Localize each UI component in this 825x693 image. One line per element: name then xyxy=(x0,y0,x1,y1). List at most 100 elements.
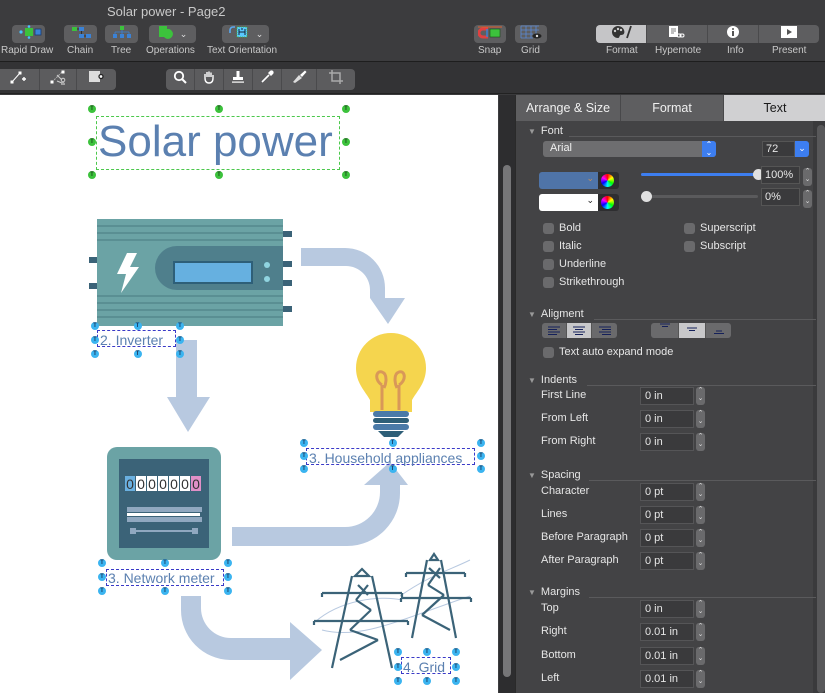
hypernote-panel-button[interactable] xyxy=(647,25,708,43)
indents-value-field[interactable]: 0 in xyxy=(640,433,694,451)
indents-stepper[interactable]: ⌃ ⌄ xyxy=(696,387,705,405)
text-opacity-stepper[interactable]: ⌃ ⌄ xyxy=(803,168,812,186)
margins-value-field[interactable]: 0.01 in xyxy=(640,623,694,642)
resize-handle[interactable]: T xyxy=(176,350,184,358)
resize-handle[interactable]: T xyxy=(88,138,96,146)
indents-value-field[interactable]: 0 in xyxy=(640,387,694,405)
resize-handle[interactable]: T xyxy=(161,587,169,595)
tab-text[interactable]: Text xyxy=(724,95,825,121)
household-label[interactable]: 3. Household appliances xyxy=(309,450,462,466)
indents-stepper[interactable]: ⌃ ⌄ xyxy=(696,433,705,451)
resize-handle[interactable]: T xyxy=(394,662,402,671)
margins-stepper[interactable]: ⌃ ⌄ xyxy=(696,646,705,665)
present-panel-button[interactable] xyxy=(759,25,819,43)
resize-handle[interactable]: T xyxy=(477,452,485,460)
crop-tool-button[interactable] xyxy=(317,69,355,90)
resize-handle[interactable]: T xyxy=(342,105,350,113)
subscript-checkbox[interactable] xyxy=(684,241,695,252)
resize-handle[interactable]: T xyxy=(161,559,169,567)
eyedropper-tool-button[interactable] xyxy=(253,69,282,90)
align-top-button[interactable] xyxy=(651,323,679,338)
panel-scrollbar-thumb[interactable] xyxy=(817,125,825,693)
resize-handle[interactable]: T xyxy=(98,587,106,595)
background-color-well[interactable]: ⌄ xyxy=(539,194,598,211)
inverter-label[interactable]: 2. Inverter xyxy=(100,332,163,348)
text-color-picker[interactable] xyxy=(598,172,619,189)
resize-handle[interactable]: T xyxy=(133,350,142,358)
resize-handle[interactable]: T xyxy=(423,677,431,685)
resize-handle[interactable]: T xyxy=(215,105,223,113)
resize-handle[interactable]: T xyxy=(98,573,106,581)
alignment-section-header[interactable]: ▼ Aligment xyxy=(528,308,584,320)
resize-handle[interactable]: T xyxy=(394,677,402,685)
rapid-draw-button[interactable] xyxy=(12,24,45,43)
resize-handle[interactable]: T xyxy=(133,322,142,330)
margins-stepper[interactable]: ⌃ ⌄ xyxy=(696,600,705,618)
resize-handle[interactable]: T xyxy=(98,559,106,567)
margins-value-field[interactable]: 0.01 in xyxy=(640,669,694,688)
diagram-title[interactable]: Solar power xyxy=(98,117,333,167)
background-opacity-slider[interactable] xyxy=(641,195,758,198)
resize-handle[interactable]: T xyxy=(452,677,460,685)
resize-handle[interactable]: T xyxy=(215,171,223,179)
tab-format[interactable]: Format xyxy=(621,95,724,121)
resize-handle[interactable]: T xyxy=(224,573,232,581)
align-center-button[interactable] xyxy=(567,323,592,338)
italic-checkbox[interactable] xyxy=(543,241,554,252)
spacing-value-field[interactable]: 0 pt xyxy=(640,529,694,547)
spacing-value-field[interactable]: 0 pt xyxy=(640,483,694,501)
indents-stepper[interactable]: ⌃ ⌄ xyxy=(696,410,705,428)
margins-section-header[interactable]: ▼ Margins xyxy=(528,586,580,598)
underline-checkbox[interactable] xyxy=(543,259,554,270)
operations-button[interactable]: ⌄ xyxy=(149,25,196,43)
cut-point-button[interactable] xyxy=(40,69,77,90)
resize-handle[interactable]: T xyxy=(452,648,460,656)
text-opacity-field[interactable]: 100% xyxy=(761,166,800,184)
resize-handle[interactable]: T xyxy=(452,662,460,671)
diagram-canvas[interactable]: 0000000 Solar power 2. Inverter 3. House… xyxy=(0,95,498,693)
tree-button[interactable] xyxy=(105,25,138,43)
tab-arrange-size[interactable]: Arrange & Size xyxy=(516,95,621,121)
meter-label[interactable]: 3. Network meter xyxy=(108,570,215,586)
info-panel-button[interactable] xyxy=(708,25,759,43)
zoom-tool-button[interactable] xyxy=(166,69,195,90)
resize-handle[interactable]: T xyxy=(91,322,99,330)
font-section-header[interactable]: ▼ Font xyxy=(528,125,563,137)
resize-handle[interactable]: T xyxy=(176,336,184,344)
text-orientation-button[interactable]: ⌄ xyxy=(222,25,269,43)
grid-button[interactable] xyxy=(515,25,547,43)
spacing-stepper[interactable]: ⌃ ⌄ xyxy=(696,483,705,501)
resize-handle[interactable]: T xyxy=(342,171,350,179)
connection-point-button[interactable] xyxy=(77,69,115,90)
background-opacity-stepper[interactable]: ⌃ ⌄ xyxy=(803,190,812,208)
background-opacity-knob[interactable] xyxy=(641,191,652,202)
network-meter[interactable]: 0000000 xyxy=(107,447,221,560)
brush-tool-button[interactable] xyxy=(282,69,317,90)
resize-handle[interactable]: T xyxy=(91,336,99,344)
resize-handle[interactable]: T xyxy=(423,648,431,656)
resize-handle[interactable]: T xyxy=(300,439,308,447)
text-color-well[interactable]: ⌄ xyxy=(539,172,598,189)
resize-handle[interactable]: T xyxy=(300,452,308,460)
resize-handle[interactable]: T xyxy=(477,439,485,447)
chain-button[interactable] xyxy=(64,25,97,43)
format-panel-button[interactable] xyxy=(596,25,647,43)
canvas-scrollbar-thumb[interactable] xyxy=(503,165,511,677)
align-right-button[interactable] xyxy=(592,323,617,338)
bold-checkbox[interactable] xyxy=(543,223,554,234)
add-point-button[interactable] xyxy=(0,69,40,90)
align-bottom-button[interactable] xyxy=(706,323,731,338)
spacing-stepper[interactable]: ⌃ ⌄ xyxy=(696,529,705,547)
resize-handle[interactable]: T xyxy=(88,171,96,179)
hand-tool-button[interactable] xyxy=(195,69,224,90)
resize-handle[interactable]: T xyxy=(91,350,99,358)
margins-value-field[interactable]: 0 in xyxy=(640,600,694,618)
background-color-picker[interactable] xyxy=(598,194,619,211)
margins-stepper[interactable]: ⌃ ⌄ xyxy=(696,623,705,642)
indents-section-header[interactable]: ▼ Indents xyxy=(528,374,577,386)
indents-value-field[interactable]: 0 in xyxy=(640,410,694,428)
spacing-section-header[interactable]: ▼ Spacing xyxy=(528,469,581,481)
spacing-value-field[interactable]: 0 pt xyxy=(640,506,694,524)
resize-handle[interactable]: T xyxy=(176,322,184,330)
snap-button[interactable] xyxy=(474,25,506,43)
